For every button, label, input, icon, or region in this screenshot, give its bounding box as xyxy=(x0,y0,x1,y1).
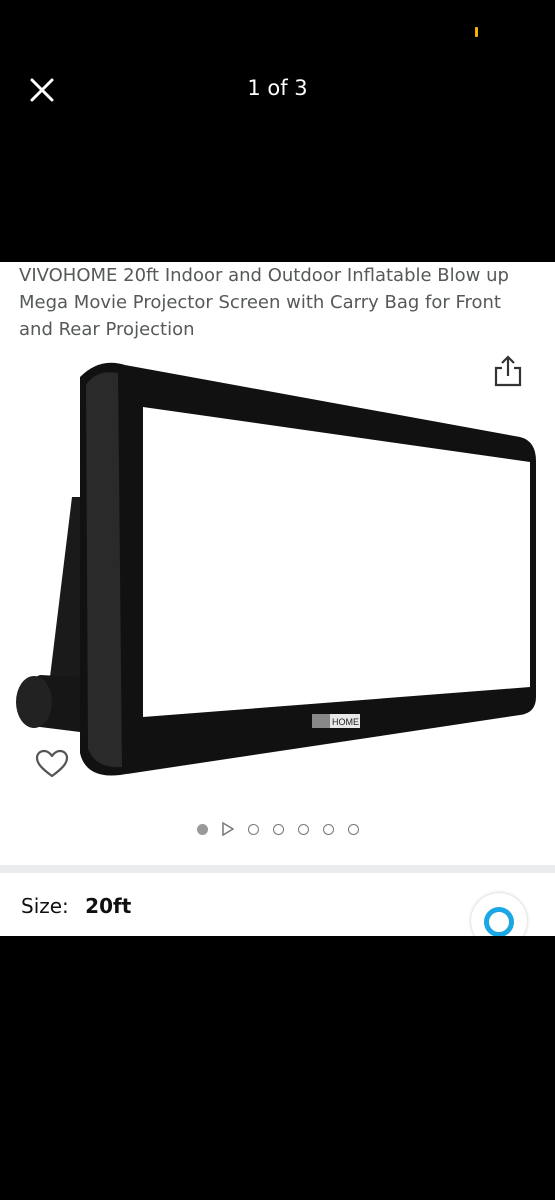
carousel-dot-3[interactable] xyxy=(247,823,259,835)
carousel-indicators xyxy=(0,820,555,838)
bottom-backdrop xyxy=(0,936,555,1200)
heart-outline-icon xyxy=(35,749,69,778)
image-counter: 1 of 3 xyxy=(247,76,308,100)
viewer-header: 1 of 3 xyxy=(0,0,555,262)
alexa-icon xyxy=(484,907,514,936)
product-image[interactable]: HOME xyxy=(0,357,555,787)
alexa-button[interactable] xyxy=(471,893,527,936)
section-divider xyxy=(0,865,555,873)
brand-badge-text: HOME xyxy=(332,717,359,727)
carousel-dot-5[interactable] xyxy=(297,823,309,835)
carousel-dot-6[interactable] xyxy=(322,823,334,835)
product-card: VIVOHOME 20ft Indoor and Outdoor Inflata… xyxy=(0,262,555,936)
video-play-icon[interactable] xyxy=(221,822,234,836)
status-indicator xyxy=(475,27,478,37)
carousel-dot-4[interactable] xyxy=(272,823,284,835)
wishlist-button[interactable] xyxy=(28,740,76,788)
product-image-viewer: 1 of 3 VIVOHOME 20ft Indoor and Outdoor … xyxy=(0,0,555,1200)
size-label: Size: xyxy=(21,894,69,918)
product-title: VIVOHOME 20ft Indoor and Outdoor Inflata… xyxy=(19,265,509,340)
carousel-dot-1[interactable] xyxy=(196,823,208,835)
size-value: 20ft xyxy=(85,894,132,918)
carousel-dot-7[interactable] xyxy=(347,823,359,835)
size-selector[interactable]: Size: 20ft xyxy=(21,894,131,918)
